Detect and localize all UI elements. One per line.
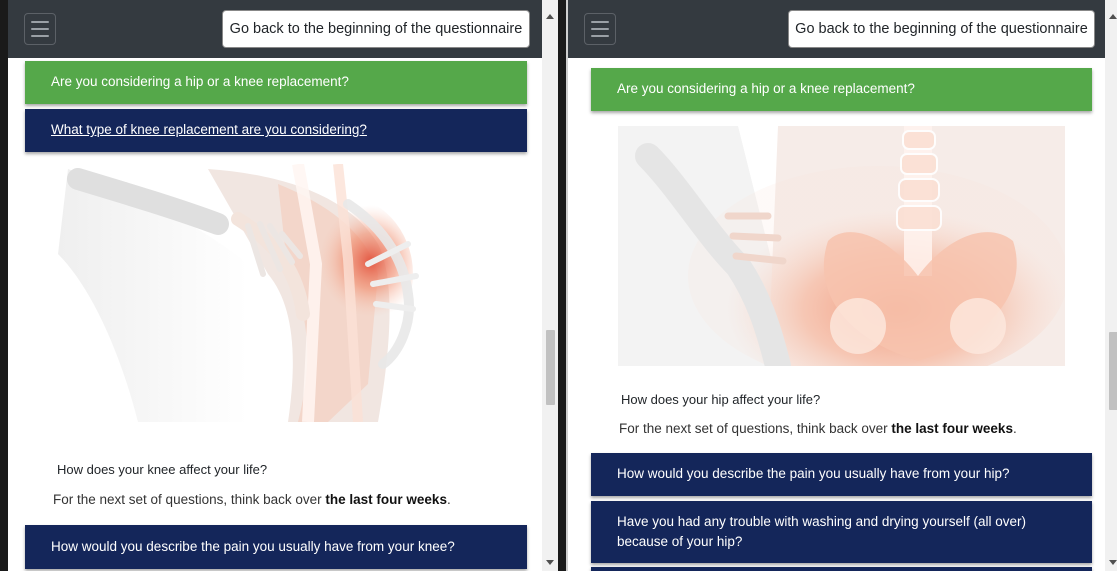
pane-divider [558, 0, 566, 571]
section-title: How does your knee affect your life? [57, 462, 268, 477]
question-hip-pain[interactable]: How would you describe the pain you usua… [591, 453, 1092, 496]
scrollbar-thumb[interactable] [1109, 332, 1117, 410]
question-knee-replacement-type-link[interactable]: What type of knee replacement are you co… [25, 109, 527, 152]
scrollbar-thumb[interactable] [546, 330, 555, 405]
instruction-text: For the next set of questions, think bac… [53, 492, 451, 507]
question-hip-washing[interactable]: Have you had any trouble with washing an… [591, 501, 1092, 563]
top-navbar: Go back to the beginning of the question… [8, 0, 542, 58]
answered-question-hip-or-knee[interactable]: Are you considering a hip or a knee repl… [591, 68, 1092, 111]
knee-questionnaire-pane: Go back to the beginning of the question… [0, 0, 558, 571]
back-to-start-button[interactable]: Go back to the beginning of the question… [222, 10, 530, 48]
hamburger-menu-icon[interactable] [584, 13, 616, 45]
hip-xray-image [618, 126, 1065, 366]
instruction-emphasis: the last four weeks [325, 492, 447, 507]
hamburger-menu-icon[interactable] [24, 13, 56, 45]
question-label: Have you had any trouble with washing an… [617, 513, 1026, 549]
scroll-up-icon[interactable] [546, 14, 554, 19]
scroll-up-icon[interactable] [1109, 14, 1117, 19]
question-label: Are you considering a hip or a knee repl… [51, 74, 349, 90]
scroll-down-icon[interactable] [546, 560, 554, 565]
back-to-start-button[interactable]: Go back to the beginning of the question… [788, 10, 1095, 48]
answered-question-hip-or-knee[interactable]: Are you considering a hip or a knee repl… [25, 61, 527, 104]
vertical-scrollbar[interactable] [1105, 0, 1117, 571]
question-next-partial[interactable] [591, 567, 1092, 571]
instruction-emphasis: the last four weeks [891, 421, 1013, 436]
top-navbar: Go back to the beginning of the question… [568, 0, 1105, 58]
question-label: Are you considering a hip or a knee repl… [617, 81, 915, 97]
scroll-down-icon[interactable] [1109, 560, 1117, 565]
question-label: How would you describe the pain you usua… [51, 538, 455, 554]
question-knee-pain[interactable]: How would you describe the pain you usua… [25, 525, 527, 569]
hip-questionnaire-pane: Go back to the beginning of the question… [566, 0, 1117, 571]
section-title: How does your hip affect your life? [621, 392, 821, 407]
knee-xray-image [48, 164, 448, 422]
vertical-scrollbar[interactable] [542, 0, 558, 571]
question-link-label: What type of knee replacement are you co… [51, 122, 367, 138]
question-label: How would you describe the pain you usua… [617, 466, 1010, 482]
instruction-text: For the next set of questions, think bac… [619, 421, 1017, 436]
